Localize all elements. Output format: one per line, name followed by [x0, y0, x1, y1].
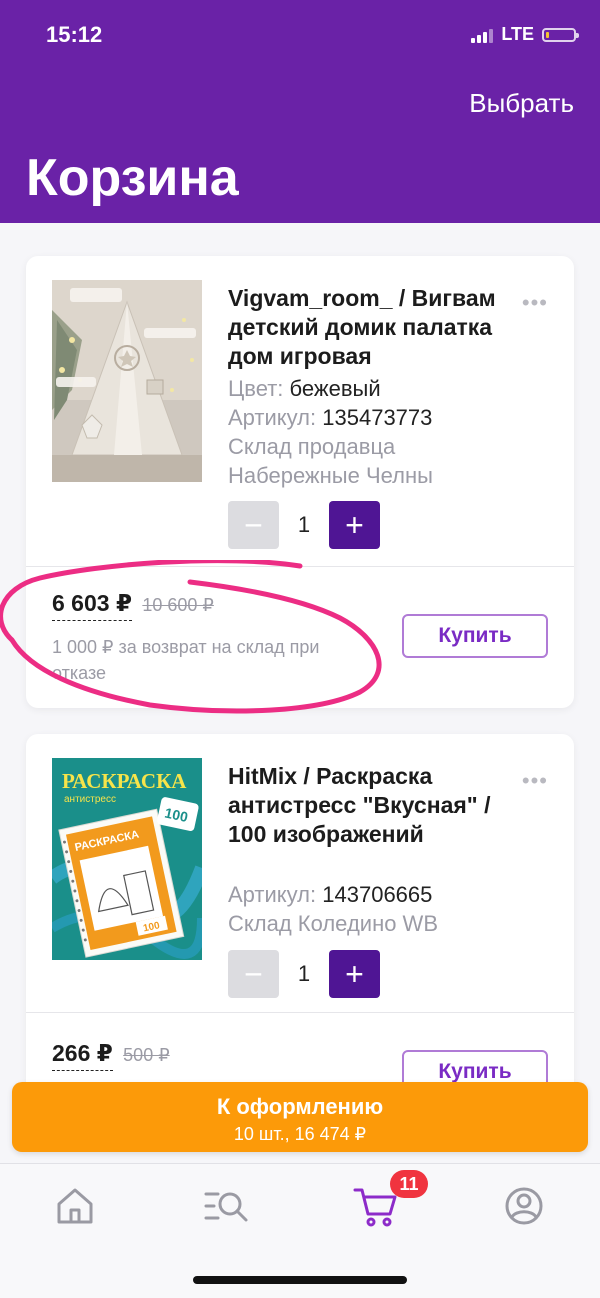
current-price[interactable]: 266 ₽	[52, 1040, 113, 1071]
current-price[interactable]: 6 603 ₽	[52, 590, 132, 621]
price-block: 6 603 ₽ 10 600 ₽	[52, 590, 214, 621]
increase-quantity-button[interactable]: +	[329, 501, 380, 549]
home-icon[interactable]	[53, 1184, 97, 1228]
cart-count-badge: 11	[390, 1170, 428, 1198]
checkout-button[interactable]: К оформлению 10 шт., 16 474 ₽	[12, 1082, 588, 1152]
cart-item-card: Vigvam_room_ / Вигвам детский домик пала…	[26, 256, 574, 708]
quantity-value: 1	[297, 961, 311, 986]
old-price: 10 600 ₽	[142, 595, 214, 615]
product-title[interactable]: HitMix / Раскраска антистресс "Вкусная" …	[228, 762, 518, 849]
increase-quantity-button[interactable]: +	[329, 950, 380, 998]
select-button[interactable]: Выбрать	[469, 88, 574, 119]
color-value: бежевый	[289, 376, 381, 401]
cart-icon[interactable]	[352, 1184, 397, 1228]
app-header: 15:12 LTE Выбрать Корзина	[0, 0, 600, 223]
article-label: Артикул:	[228, 882, 317, 907]
article-label: Артикул:	[228, 405, 317, 430]
signal-icon	[471, 27, 494, 43]
article-value: 143706665	[322, 882, 433, 907]
decrease-quantity-button[interactable]: −	[228, 501, 279, 549]
network-label: LTE	[501, 24, 534, 44]
profile-icon[interactable]	[502, 1184, 546, 1228]
return-fee-note: 1 000 ₽ за возврат на склад при отказе	[52, 637, 320, 683]
article-value: 135473773	[322, 405, 433, 430]
color-label: Цвет:	[228, 376, 284, 401]
product-warehouse: Склад продавца Набережные Челны	[228, 434, 433, 488]
product-color: Цвет: бежевый	[228, 374, 381, 403]
product-title[interactable]: Vigvam_room_ / Вигвам детский домик пала…	[228, 284, 518, 371]
home-indicator	[193, 1276, 407, 1284]
quantity-value: 1	[297, 512, 311, 537]
buy-button[interactable]: Купить	[402, 614, 548, 658]
battery-icon	[542, 27, 579, 42]
old-price: 500 ₽	[123, 1045, 170, 1065]
product-warehouse: Склад Коледино WB	[228, 911, 438, 936]
status-indicators: LTE	[471, 24, 579, 45]
product-image-tent[interactable]	[52, 280, 202, 482]
status-time: 15:12	[46, 22, 103, 47]
quantity-stepper: − 1 +	[228, 501, 380, 549]
decrease-quantity-button[interactable]: −	[228, 950, 279, 998]
catalog-search-icon[interactable]	[202, 1184, 248, 1228]
more-options-icon[interactable]: •••	[522, 290, 548, 316]
checkout-summary: 10 шт., 16 474 ₽	[233, 1124, 367, 1144]
quantity-stepper: − 1 +	[228, 950, 380, 998]
checkout-label: К оформлению	[216, 1094, 384, 1119]
more-options-icon[interactable]: •••	[522, 768, 548, 794]
page-title: Корзина	[26, 149, 239, 207]
price-block: 266 ₽ 500 ₽	[52, 1040, 170, 1071]
product-image-coloring-book[interactable]: РАСКРАСКА антистресс РАСКРАСКА 100 100	[52, 758, 202, 960]
divider	[26, 566, 574, 567]
cover-title: РАСКРАСКА	[62, 769, 187, 793]
product-article: Артикул: 143706665	[228, 880, 432, 909]
cover-subtitle: антистресс	[64, 794, 116, 805]
cart-item-card: РАСКРАСКА антистресс РАСКРАСКА 100 100 H…	[26, 734, 574, 1134]
product-article: Артикул: 135473773	[228, 403, 432, 432]
divider	[26, 1012, 574, 1013]
